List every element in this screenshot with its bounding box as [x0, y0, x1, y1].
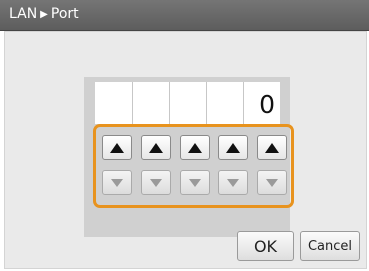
up-triangle-icon — [187, 142, 202, 153]
digit-3-down-button[interactable] — [179, 170, 210, 195]
digit-3 — [169, 82, 206, 124]
up-triangle-icon — [226, 142, 241, 153]
down-triangle-icon — [149, 178, 162, 187]
digit-1-up-button[interactable] — [102, 135, 132, 160]
digit-1 — [95, 82, 132, 124]
down-triangle-icon — [227, 178, 240, 187]
digit-3-up-button[interactable] — [179, 135, 210, 160]
digit-2 — [132, 82, 169, 124]
right-triangle-icon: ▶ — [40, 9, 48, 20]
digit-5: 0 — [243, 82, 280, 124]
dialog-window: LAN ▶ Port 0 OK Cancel — [0, 0, 369, 271]
up-triangle-icon — [148, 142, 163, 153]
port-digits-display: 0 — [95, 82, 280, 124]
breadcrumb-page: Port — [50, 6, 79, 22]
up-triangle-icon — [265, 142, 279, 153]
digit-4 — [206, 82, 243, 124]
digit-4-up-button[interactable] — [218, 135, 249, 160]
digit-2-up-button[interactable] — [140, 135, 171, 160]
breadcrumb: LAN ▶ Port — [9, 5, 79, 24]
cancel-button[interactable]: Cancel — [300, 231, 360, 261]
breadcrumb-section: LAN — [9, 6, 38, 22]
digit-4-down-button[interactable] — [218, 170, 249, 195]
decrement-row — [102, 170, 287, 195]
digit-5-up-button[interactable] — [257, 135, 287, 160]
up-triangle-icon — [110, 142, 124, 153]
digit-2-down-button[interactable] — [140, 170, 171, 195]
down-triangle-icon — [111, 178, 123, 187]
down-triangle-icon — [266, 178, 278, 187]
increment-row — [102, 135, 287, 160]
digit-5-down-button[interactable] — [257, 170, 287, 195]
ok-button[interactable]: OK — [237, 231, 294, 261]
title-bar: LAN ▶ Port — [0, 0, 369, 31]
digit-1-down-button[interactable] — [102, 170, 132, 195]
down-triangle-icon — [188, 178, 201, 187]
